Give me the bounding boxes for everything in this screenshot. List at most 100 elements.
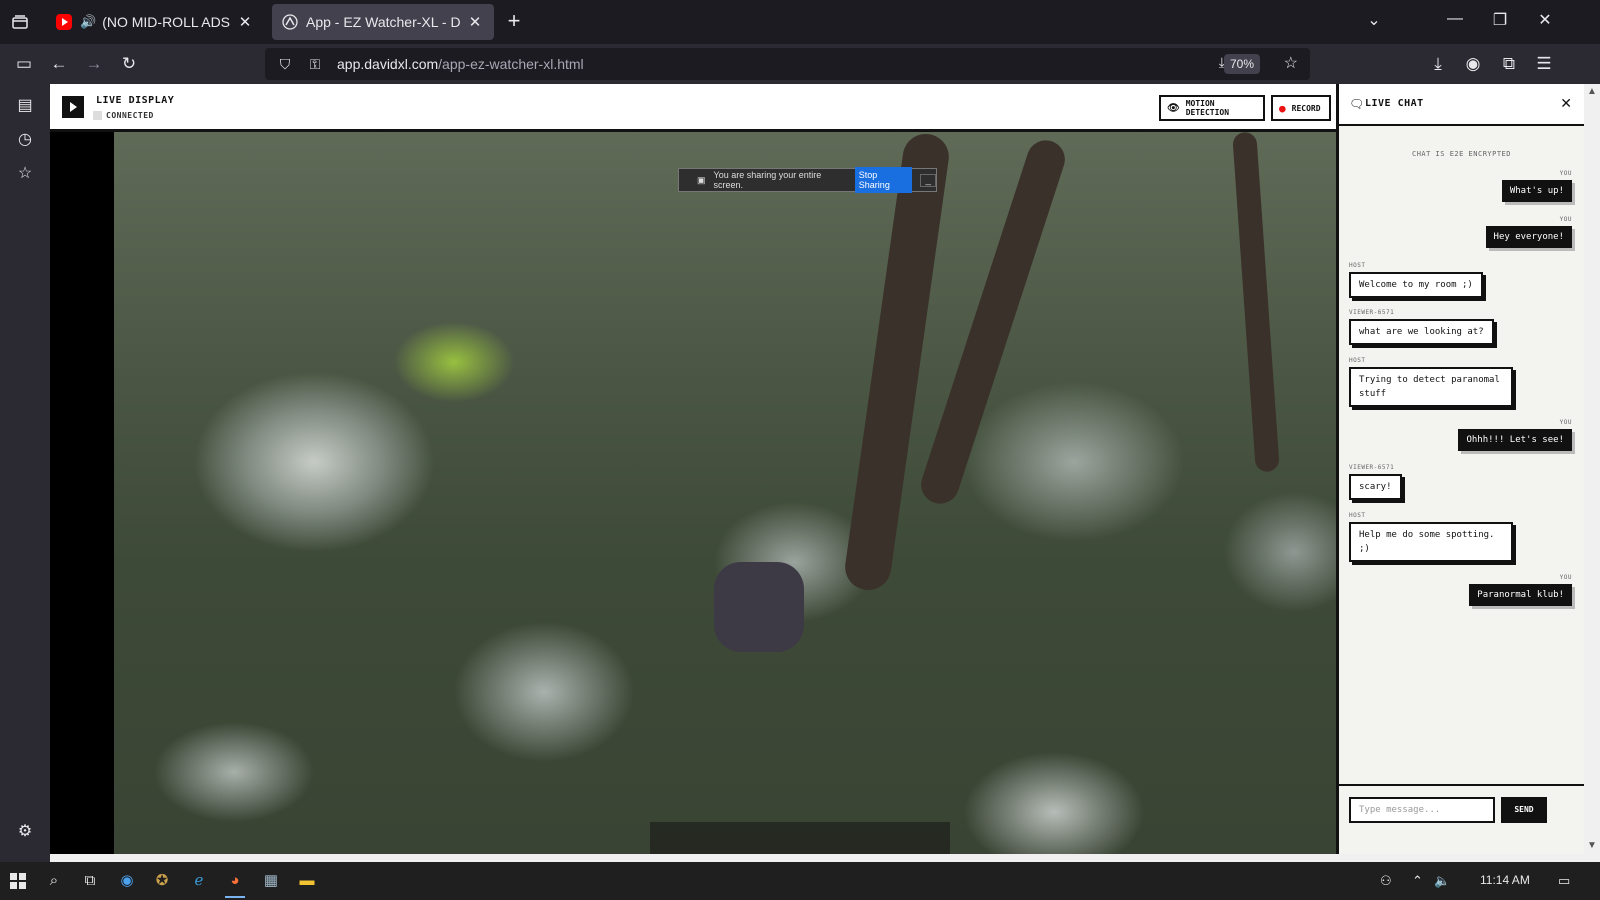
jungle-camera-image (114, 132, 1363, 854)
shield-icon[interactable]: ⛉ (275, 56, 295, 73)
web-content: LIVE DISPLAY CONNECTED 👁 MOTION DETECTIO… (50, 84, 1584, 854)
tab-list-icon (12, 15, 28, 29)
chat-message: VIEWER-6571 scary! (1349, 464, 1402, 500)
windows-start-icon[interactable] (6, 869, 30, 893)
encryption-note: CHAT IS E2E ENCRYPTED (1411, 150, 1511, 158)
message-sender: HOST (1349, 512, 1366, 519)
chat-message-input[interactable]: Type message... (1349, 797, 1495, 823)
chat-message: YOU What's up! (1501, 170, 1572, 202)
close-window-button[interactable]: ✕ (1531, 10, 1559, 30)
reload-button[interactable]: ↻ (117, 52, 141, 76)
scroll-up-icon[interactable]: ▲ (1587, 86, 1597, 97)
motion-detection-button[interactable]: 👁 MOTION DETECTION (1159, 95, 1265, 121)
record-dot-icon: ● (1279, 101, 1286, 115)
davidxl-icon (282, 14, 298, 30)
store-app-icon[interactable]: ◉ (115, 869, 139, 893)
message-sender: HOST (1349, 262, 1366, 269)
restore-window-button[interactable]: ❐ (1486, 10, 1514, 30)
settings-gear-icon[interactable]: ⚙ (13, 820, 37, 844)
message-sender: VIEWER-6571 (1349, 309, 1395, 316)
speaker-icon[interactable]: 🔊 (80, 14, 96, 30)
forward-button[interactable]: → (82, 52, 106, 76)
message-text: Paranormal klub! (1469, 584, 1572, 606)
browser-sidebar: ▤ ◷ ☆ ⚙ (0, 84, 50, 862)
tab-title: (NO MID-ROLL ADS) 🌷 So (102, 13, 230, 30)
account-icon[interactable]: ◉ (1461, 52, 1485, 76)
horizontal-scrollbar[interactable] (50, 854, 1600, 862)
chat-message: HOST Trying to detect paranomal stuff (1349, 357, 1513, 407)
connection-status: CONNECTED (106, 111, 154, 120)
tab-title: App - EZ Watcher-XL - DavidXL (306, 14, 460, 30)
edge-icon[interactable]: ℯ (187, 869, 211, 893)
address-bar[interactable]: ⛉ ⚿ app.davidxl.com/app-ez-watcher-xl.ht… (265, 48, 1310, 80)
browser-tab-strip: 🔊 (NO MID-ROLL ADS) 🌷 So ✕ App - EZ Watc… (0, 0, 1600, 44)
tab-list-button[interactable] (8, 10, 32, 34)
hide-share-bar-button[interactable]: _ (920, 173, 936, 187)
tab-youtube[interactable]: 🔊 (NO MID-ROLL ADS) 🌷 So ✕ (46, 4, 264, 40)
chat-title: LIVE CHAT (1365, 98, 1424, 109)
people-icon[interactable]: ⚇ (1380, 873, 1392, 889)
windows-logo-icon (10, 873, 26, 889)
message-sender: YOU (1559, 574, 1572, 581)
live-video-feed[interactable]: ▣ You are sharing your entire screen. St… (50, 132, 1363, 854)
zoom-level-badge[interactable]: 70% (1223, 54, 1260, 74)
back-button[interactable]: ← (47, 52, 71, 76)
record-button[interactable]: ● RECORD (1271, 95, 1331, 121)
downloads-icon[interactable]: ⤓ (1426, 52, 1450, 76)
close-chat-icon[interactable]: ✕ (1560, 95, 1572, 112)
chat-message: YOU Ohhh!!! Let's see! (1458, 419, 1572, 451)
close-tab-icon[interactable]: ✕ (236, 13, 254, 31)
close-tab-icon[interactable]: ✕ (466, 13, 484, 31)
minimize-window-button[interactable]: — (1441, 10, 1469, 28)
navigation-toolbar: ▭ ← → ↻ ⛉ ⚿ app.davidxl.com/app-ez-watch… (0, 44, 1600, 84)
chat-message: YOU Paranormal klub! (1469, 574, 1572, 606)
play-button[interactable] (62, 96, 84, 118)
site-info-icon[interactable]: ⚿ (305, 56, 325, 73)
task-view-icon[interactable]: ⧉ (78, 869, 102, 893)
tab-ez-watcher[interactable]: App - EZ Watcher-XL - DavidXL ✕ (272, 4, 494, 40)
chat-message: YOU Hey everyone! (1485, 216, 1572, 248)
bookmarks-icon[interactable]: ☆ (13, 162, 37, 186)
history-icon[interactable]: ◷ (13, 128, 37, 152)
url-text[interactable]: app.davidxl.com/app-ez-watcher-xl.html (337, 56, 584, 72)
screen-share-icon: ▣ (697, 174, 706, 185)
file-explorer-icon[interactable]: ▬ (295, 869, 319, 893)
message-text: Trying to detect paranomal stuff (1349, 367, 1513, 407)
eye-icon: 👁 (1167, 102, 1180, 114)
search-icon[interactable]: ⌕ (42, 869, 66, 893)
sidebar-toggle-icon[interactable]: ▭ (12, 52, 36, 76)
message-text: Hey everyone! (1485, 226, 1572, 248)
extensions-icon[interactable]: ⧉ (1497, 52, 1521, 76)
motion-detection-label: MOTION DETECTION (1185, 99, 1230, 117)
app-menu-icon[interactable]: ☰ (1532, 52, 1556, 76)
screen-share-text: You are sharing your entire screen. (713, 170, 822, 190)
stop-sharing-button[interactable]: Stop Sharing (854, 167, 913, 193)
windows-taskbar: ⌕ ⧉ ◉ ✪ ℯ ◕ ▦ ▬ ⚇ ⌃ 🔈 11:14 AM ▭ (0, 862, 1600, 900)
tree-trunk (1232, 132, 1280, 473)
scroll-down-icon[interactable]: ▼ (1587, 840, 1597, 851)
chat-bubble-icon: 🗨 (1349, 97, 1365, 111)
screen-share-notice: ▣ You are sharing your entire screen. St… (678, 167, 937, 193)
url-domain: app.davidxl.com (337, 56, 439, 72)
video-control-bar[interactable] (650, 822, 950, 854)
message-sender: YOU (1559, 170, 1572, 177)
notifications-icon[interactable]: ▭ (1558, 873, 1570, 889)
message-text: What's up! (1501, 180, 1572, 202)
photos-app-icon[interactable]: ▦ (259, 869, 283, 893)
bookmark-star-icon[interactable]: ☆ (1284, 53, 1298, 73)
chat-message: HOST Welcome to my room ;) (1349, 262, 1483, 298)
chat-message: VIEWER-6571 what are we looking at? (1349, 309, 1494, 345)
firefox-icon[interactable]: ◕ (223, 869, 247, 898)
new-tab-button[interactable]: + (502, 10, 526, 34)
app-icon[interactable]: ✪ (150, 869, 174, 893)
url-path: /app-ez-watcher-xl.html (438, 56, 584, 72)
vertical-scrollbar[interactable]: ▲ ▼ (1584, 84, 1600, 854)
taskbar-clock[interactable]: 11:14 AM (1480, 873, 1530, 887)
volume-icon[interactable]: 🔈 (1434, 873, 1450, 889)
show-hidden-icons-icon[interactable]: ⌃ (1412, 873, 1423, 889)
synced-tabs-icon[interactable]: ▤ (13, 94, 37, 118)
live-chat-panel: 🗨 LIVE CHAT ✕ CHAT IS E2E ENCRYPTED YOU … (1336, 84, 1584, 854)
send-button[interactable]: SEND (1501, 797, 1547, 823)
list-all-tabs-button[interactable]: ⌄ (1360, 10, 1388, 30)
message-sender: VIEWER-6571 (1349, 464, 1395, 471)
